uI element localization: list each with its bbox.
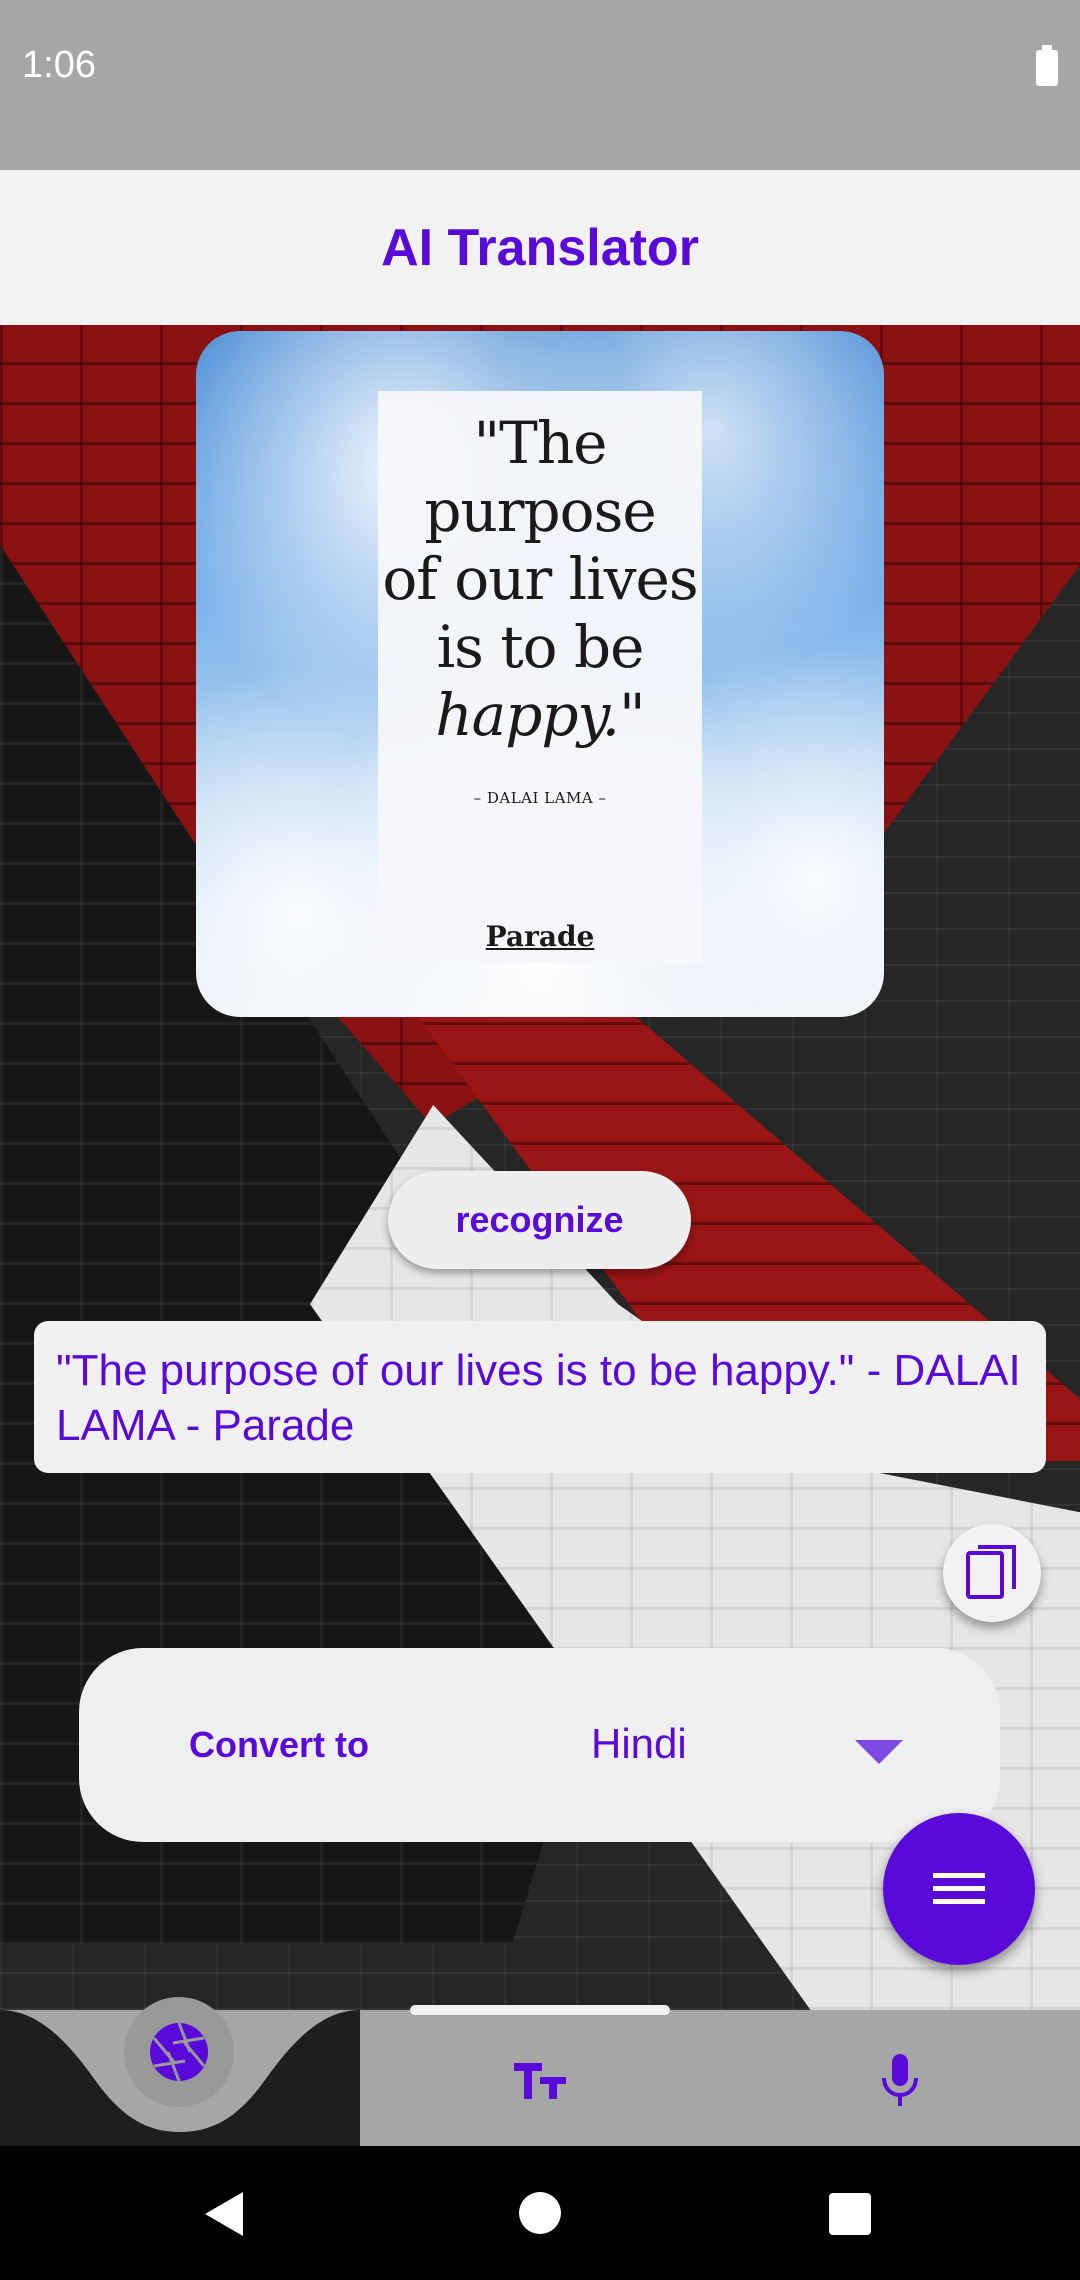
recognized-text-box[interactable]: "The purpose of our lives is to be happy… bbox=[34, 1321, 1046, 1473]
bottom-sheet-handle[interactable] bbox=[410, 2005, 670, 2015]
recents-icon[interactable] bbox=[829, 2193, 871, 2235]
status-time: 1:06 bbox=[22, 44, 96, 86]
quote-author: – DALAI LAMA – bbox=[473, 789, 607, 807]
microphone-icon bbox=[882, 2054, 918, 2106]
menu-icon bbox=[933, 1873, 985, 1904]
text-input-button[interactable] bbox=[500, 2040, 580, 2120]
camera-button[interactable] bbox=[124, 1997, 234, 2107]
menu-button[interactable] bbox=[883, 1813, 1035, 1965]
convert-panel: Convert to Hindi bbox=[79, 1648, 1000, 1842]
quote-line: happy." bbox=[435, 681, 645, 749]
quote-text: "The purpose of our lives is to be happy… bbox=[378, 409, 702, 749]
source-image[interactable]: "The purpose of our lives is to be happy… bbox=[196, 331, 884, 1017]
dropdown-arrow-icon bbox=[855, 1740, 903, 1764]
language-dropdown[interactable]: Hindi bbox=[479, 1698, 949, 1798]
copy-icon bbox=[966, 1545, 1016, 1599]
selected-language: Hindi bbox=[591, 1720, 687, 1767]
camera-aperture-icon bbox=[150, 2022, 208, 2082]
page-title: AI Translator bbox=[381, 218, 699, 277]
quote-card: "The purpose of our lives is to be happy… bbox=[378, 391, 702, 963]
voice-input-button[interactable] bbox=[860, 2040, 940, 2120]
quote-line: is to be bbox=[436, 613, 645, 681]
app-bar: AI Translator bbox=[0, 170, 1080, 325]
status-bar: 1:06 bbox=[0, 0, 1080, 170]
convert-label: Convert to bbox=[189, 1724, 369, 1765]
quote-line: purpose bbox=[424, 477, 656, 545]
text-size-icon bbox=[514, 2063, 566, 2099]
battery-icon bbox=[1036, 45, 1058, 86]
quote-line: "The bbox=[473, 409, 607, 477]
home-icon[interactable] bbox=[519, 2192, 561, 2234]
quote-line: of our lives bbox=[382, 545, 698, 613]
brand-logo: Parade bbox=[485, 920, 595, 953]
copy-button[interactable] bbox=[943, 1524, 1041, 1622]
back-icon[interactable] bbox=[205, 2192, 243, 2236]
recognize-button[interactable]: recognize bbox=[388, 1171, 691, 1269]
